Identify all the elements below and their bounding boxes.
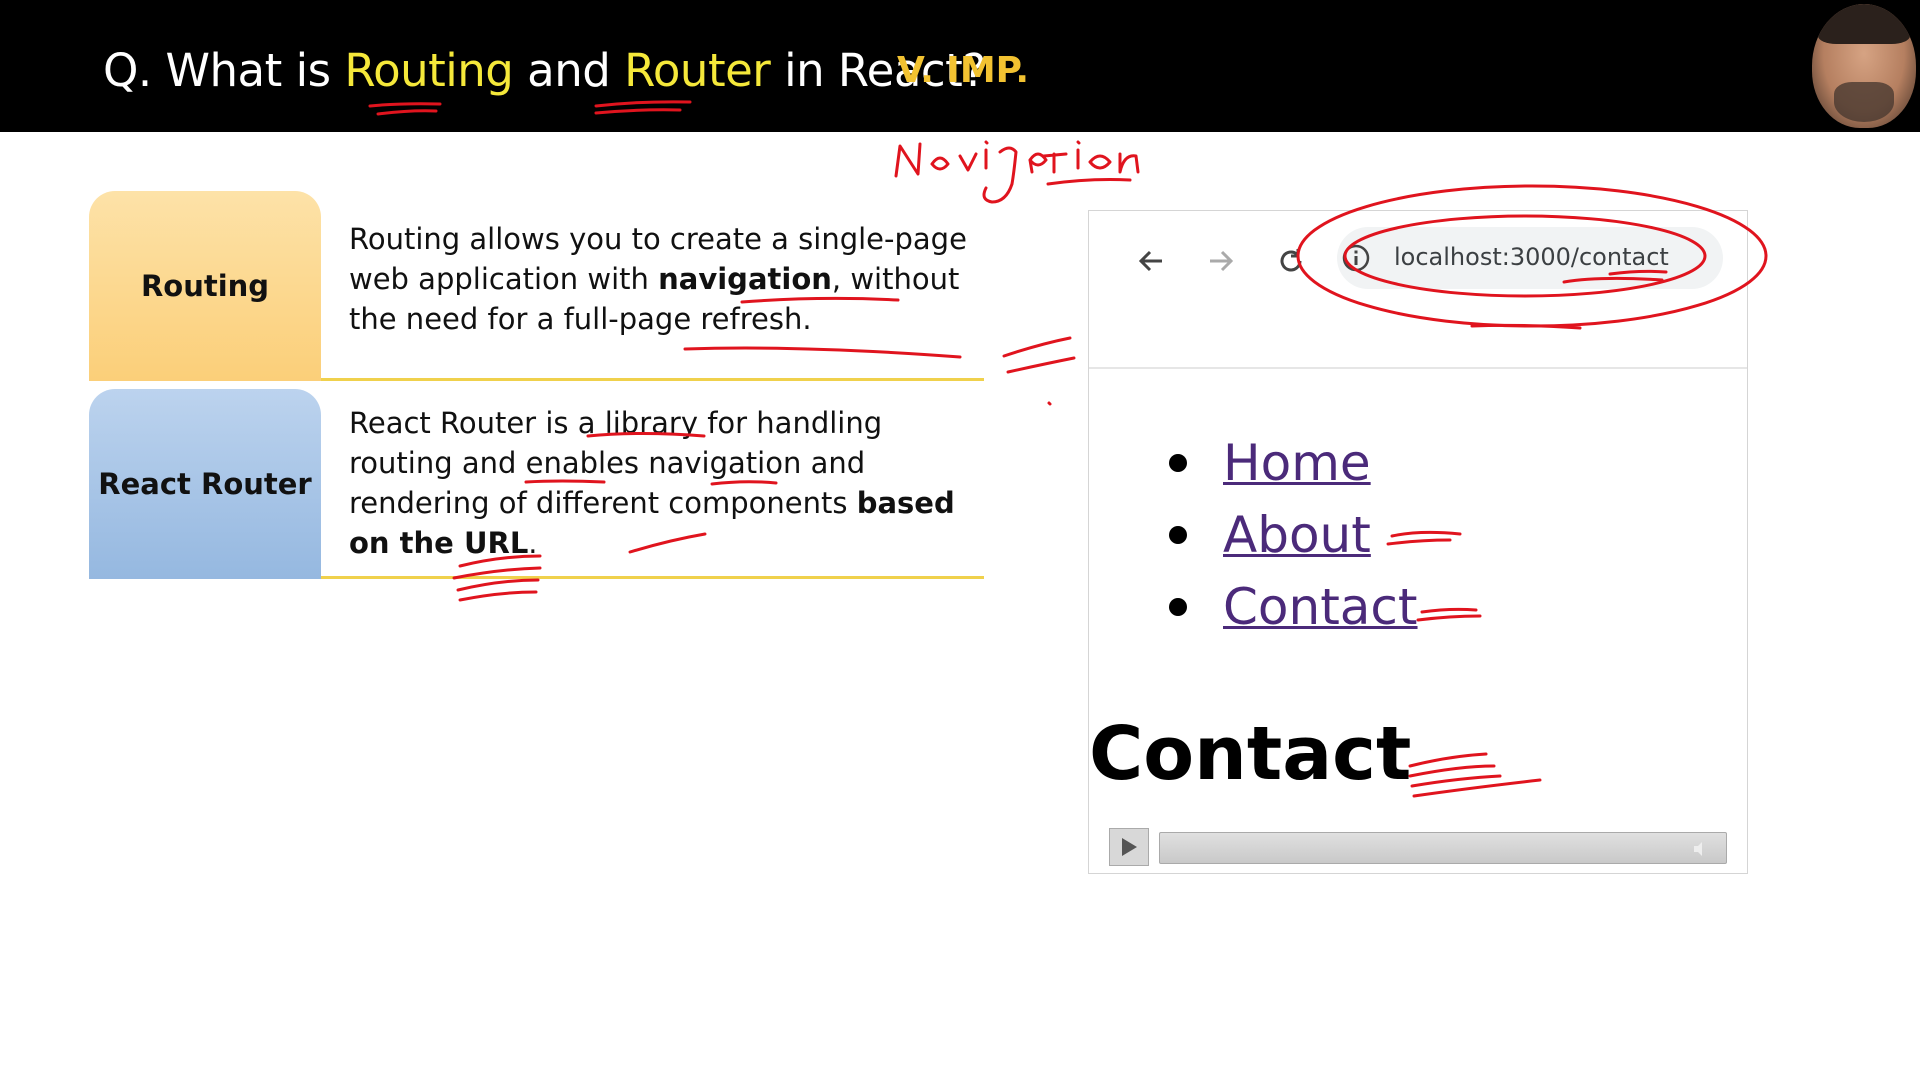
avatar-beard <box>1834 82 1894 122</box>
dash-mark-1 <box>1002 336 1076 374</box>
forward-button[interactable] <box>1201 241 1241 281</box>
play-icon <box>1122 838 1137 856</box>
nav-list: Home About Contact <box>1169 427 1418 643</box>
slide-title: Q. What is Routing and Router in React? <box>103 44 986 97</box>
underline-navigation-handwriting <box>1046 178 1132 186</box>
site-info-icon[interactable] <box>1341 243 1371 278</box>
routing-row-divider <box>321 378 984 381</box>
react-router-desc-part2: . <box>528 526 538 560</box>
reload-icon <box>1280 249 1302 272</box>
bullet-icon <box>1169 598 1187 616</box>
react-router-description: React Router is a library for handling r… <box>349 403 989 563</box>
presenter-avatar <box>1812 4 1916 128</box>
info-icon <box>1342 244 1370 272</box>
importance-badge: V. IMP. <box>897 50 1030 91</box>
title-bar: Q. What is Routing and Router in React? … <box>0 0 1920 132</box>
forward-arrow-icon <box>1210 250 1234 272</box>
page-heading: Contact <box>1089 711 1412 797</box>
bullet-icon <box>1169 526 1187 544</box>
play-button[interactable] <box>1109 828 1149 866</box>
link-contact[interactable]: Contact <box>1223 578 1418 636</box>
nav-list-item: Contact <box>1169 571 1418 643</box>
react-router-desc-part1: React Router is a library for handling r… <box>349 406 883 520</box>
react-router-row: React Router React Router is a library f… <box>89 389 984 579</box>
link-home[interactable]: Home <box>1223 434 1371 492</box>
react-router-row-divider <box>321 576 984 579</box>
browser-window: localhost:3000/contact Home About Contac… <box>1088 210 1748 874</box>
nav-list-item: About <box>1169 499 1418 571</box>
routing-label: Routing <box>140 269 270 303</box>
volume-icon[interactable] <box>1680 839 1720 859</box>
routing-description: Routing allows you to create a single-pa… <box>349 219 989 339</box>
bullet-icon <box>1169 454 1187 472</box>
title-mid: and <box>513 44 625 97</box>
routing-row: Routing Routing allows you to create a s… <box>89 191 984 381</box>
url-text[interactable]: localhost:3000/contact <box>1394 243 1669 271</box>
routing-desc-bold: navigation <box>658 262 832 296</box>
seek-bar[interactable] <box>1159 832 1727 864</box>
routing-label-box: Routing <box>89 191 321 381</box>
avatar-hair <box>1818 4 1910 44</box>
video-player-bar <box>1109 826 1729 866</box>
nav-list-item: Home <box>1169 427 1418 499</box>
title-highlight-routing: Routing <box>344 44 514 97</box>
browser-toolbar: localhost:3000/contact <box>1089 211 1747 369</box>
title-highlight-router: Router <box>624 44 771 97</box>
back-arrow-icon <box>1138 250 1162 272</box>
title-prefix: Q. What is <box>103 44 345 97</box>
react-router-label: React Router <box>98 467 312 501</box>
react-router-label-box: React Router <box>89 389 321 579</box>
back-button[interactable] <box>1131 241 1171 281</box>
link-about[interactable]: About <box>1223 506 1371 564</box>
reload-button[interactable] <box>1271 241 1311 281</box>
dot-mark <box>1047 401 1052 406</box>
